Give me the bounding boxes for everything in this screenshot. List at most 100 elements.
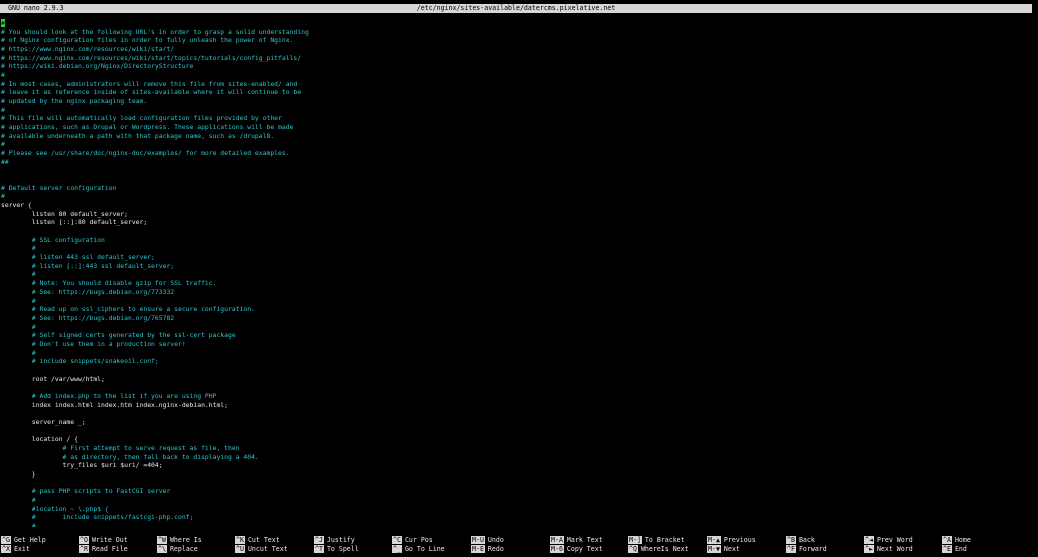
editor-line[interactable]: # — [1, 71, 1031, 80]
shortcut-next[interactable]: M-▼ Next — [707, 545, 740, 553]
shortcut-whereis-next[interactable]: ^Q WhereIs Next — [628, 545, 689, 553]
editor-line[interactable] — [1, 227, 1031, 236]
editor-line[interactable]: # listen [::]:443 ssl default_server; — [1, 262, 1031, 271]
editor-line[interactable]: # pass PHP scripts to FastCGI server — [1, 487, 1031, 496]
editor-line[interactable]: # Don't use them in a production server! — [1, 340, 1031, 349]
editor-line[interactable]: # of Nginx configuration files in order … — [1, 36, 1031, 45]
editor-line[interactable]: # Read up on ssl_ciphers to ensure a sec… — [1, 305, 1031, 314]
shortcut-read-file[interactable]: ^R Read File — [79, 545, 128, 553]
editor-line[interactable]: # updated by the nginx packaging team. — [1, 97, 1031, 106]
editor-line[interactable]: # See: https://bugs.debian.org/765782 — [1, 314, 1031, 323]
editor-line[interactable]: try_files $uri $uri/ =404; — [1, 461, 1031, 470]
shortcut-label: Home — [954, 536, 971, 544]
editor-line[interactable] — [1, 383, 1031, 392]
editor-line[interactable]: # First attempt to serve request as file… — [1, 444, 1031, 453]
shortcut-key: ^B — [786, 536, 796, 544]
editor-line[interactable]: # SSL configuration — [1, 236, 1031, 245]
editor-line[interactable]: # — [1, 349, 1031, 358]
shortcut-redo[interactable]: M-E Redo — [471, 545, 504, 553]
shortcut-next-word[interactable]: ^► Next Word — [864, 545, 913, 553]
editor-line[interactable]: # In most cases, administrators will rem… — [1, 80, 1031, 89]
shortcut-uncut-text[interactable]: ^U Uncut Text — [235, 545, 288, 553]
shortcut-label: Next Word — [876, 545, 913, 553]
editor-line[interactable]: # available underneath a path with that … — [1, 132, 1031, 141]
editor-line[interactable]: # Default server configuration — [1, 184, 1031, 193]
editor-line[interactable]: # include snippets/snakeoil.conf; — [1, 357, 1031, 366]
shortcut-to-bracket[interactable]: M-] To Bracket — [628, 536, 685, 544]
editor-line[interactable]: # https://wiki.debian.org/Nginx/Director… — [1, 62, 1031, 71]
shortcut-get-help[interactable]: ^G Get Help — [1, 536, 46, 544]
shortcut-back[interactable]: ^B Back — [786, 536, 815, 544]
editor-line[interactable]: listen 80 default_server; — [1, 210, 1031, 219]
shortcut-label: Undo — [487, 536, 504, 544]
shortcut-cur-pos[interactable]: ^C Cur Pos — [392, 536, 433, 544]
editor-line[interactable]: # — [1, 323, 1031, 332]
editor-line[interactable]: server { — [1, 201, 1031, 210]
editor-line[interactable]: # Note: You should disable gzip for SSL … — [1, 279, 1031, 288]
shortcut-go-to-line[interactable]: ^_ Go To Line — [392, 545, 445, 553]
editor-line[interactable] — [1, 409, 1031, 418]
editor-line[interactable]: # leave it as reference inside of sites-… — [1, 88, 1031, 97]
shortcut-previous[interactable]: M-▲ Previous — [707, 536, 756, 544]
editor-line[interactable]: # Please see /usr/share/doc/nginx-doc/ex… — [1, 149, 1031, 158]
editor-line[interactable]: location / { — [1, 435, 1031, 444]
editor-line[interactable]: # applications, such as Drupal or Wordpr… — [1, 123, 1031, 132]
shortcut-key: ^G — [1, 536, 11, 544]
editor-line[interactable]: #location ~ \.php$ { — [1, 505, 1031, 514]
editor-line[interactable]: # — [1, 19, 1031, 28]
editor-line[interactable]: # https://www.nginx.com/resources/wiki/s… — [1, 45, 1031, 54]
shortcut-exit[interactable]: ^X Exit — [1, 545, 30, 553]
shortcut-undo[interactable]: M-U Undo — [471, 536, 504, 544]
editor-line[interactable]: } — [1, 470, 1031, 479]
editor-line[interactable]: # listen 443 ssl default_server; — [1, 253, 1031, 262]
editor-line[interactable]: # — [1, 140, 1031, 149]
text-cursor: # — [1, 19, 5, 27]
shortcut-mark-text[interactable]: M-A Mark Text — [550, 536, 603, 544]
editor-line[interactable]: # as directory, then fall back to displa… — [1, 453, 1031, 462]
shortcut-home[interactable]: ^A Home — [942, 536, 971, 544]
editor-line[interactable]: # See: https://bugs.debian.org/773332 — [1, 288, 1031, 297]
shortcut-justify[interactable]: ^J Justify — [314, 536, 355, 544]
shortcut-to-spell[interactable]: ^T To Spell — [314, 545, 359, 553]
editor-line[interactable]: # Self signed certs generated by the ssl… — [1, 331, 1031, 340]
shortcut-label: Back — [798, 536, 815, 544]
editor-line[interactable] — [1, 366, 1031, 375]
file-path-label: /etc/nginx/sites-available/datercms.pixe… — [416, 4, 616, 12]
editor-line[interactable]: # — [1, 106, 1031, 115]
shortcut-key: ^◄ — [864, 536, 874, 544]
shortcut-prev-word[interactable]: ^◄ Prev Word — [864, 536, 913, 544]
editor-line[interactable]: # You should look at the following URL's… — [1, 28, 1031, 37]
shortcut-write-out[interactable]: ^O Write Out — [79, 536, 128, 544]
editor-line[interactable]: # — [1, 192, 1031, 201]
shortcut-copy-text[interactable]: M-6 Copy Text — [550, 545, 603, 553]
shortcut-end[interactable]: ^E End — [942, 545, 967, 553]
editor-line[interactable]: root /var/www/html; — [1, 375, 1031, 384]
editor-line[interactable]: # Add index.php to the list if you are u… — [1, 392, 1031, 401]
shortcut-forward[interactable]: ^F Forward — [786, 545, 827, 553]
shortcut-cut-text[interactable]: ^K Cut Text — [235, 536, 280, 544]
editor-line[interactable]: listen [::]:80 default_server; — [1, 218, 1031, 227]
editor-line[interactable]: # — [1, 522, 1031, 527]
editor-line[interactable]: ## — [1, 158, 1031, 167]
editor-line[interactable]: # — [1, 270, 1031, 279]
editor-line[interactable]: index index.html index.htm index.nginx-d… — [1, 401, 1031, 410]
editor-line[interactable] — [1, 175, 1031, 184]
shortcut-label: Get Help — [13, 536, 46, 544]
editor-text-area[interactable]: # # You should look at the following URL'… — [1, 19, 1031, 527]
editor-line[interactable] — [1, 166, 1031, 175]
shortcut-key: ^U — [235, 545, 245, 553]
editor-line[interactable]: # — [1, 297, 1031, 306]
editor-line[interactable]: # — [1, 244, 1031, 253]
editor-line[interactable]: # — [1, 496, 1031, 505]
shortcut-key: ^\ — [157, 545, 167, 553]
shortcut-replace[interactable]: ^\ Replace — [157, 545, 198, 553]
shortcut-label: Go To Line — [404, 545, 445, 553]
editor-line[interactable]: # This file will automatically load conf… — [1, 114, 1031, 123]
editor-line[interactable] — [1, 427, 1031, 436]
editor-line[interactable]: server_name _; — [1, 418, 1031, 427]
shortcut-where-is[interactable]: ^W Where Is — [157, 536, 202, 544]
editor-line[interactable] — [1, 479, 1031, 488]
shortcut-label: Previous — [723, 536, 756, 544]
editor-line[interactable]: # include snippets/fastcgi-php.conf; — [1, 513, 1031, 522]
editor-line[interactable]: # https://www.nginx.com/resources/wiki/s… — [1, 54, 1031, 63]
